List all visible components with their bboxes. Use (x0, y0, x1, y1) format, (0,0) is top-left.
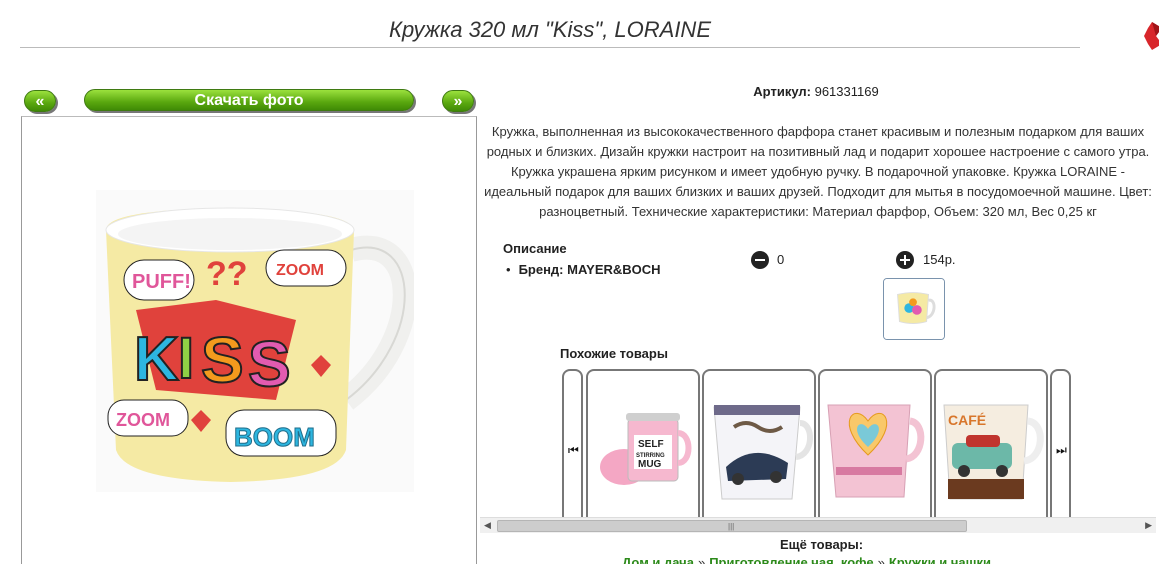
similar-item[interactable]: SELF STIRRING MUG (586, 369, 700, 519)
svg-text:MUG: MUG (638, 459, 662, 470)
breadcrumb-separator: » (877, 555, 885, 564)
svg-text:CAFÉ: CAFÉ (948, 412, 986, 428)
sku-line: Артикул: 961331169 (700, 84, 932, 99)
plus-icon[interactable] (896, 251, 914, 269)
svg-text:K: K (134, 325, 179, 394)
scrollbar-thumb[interactable]: ||| (497, 520, 967, 532)
minus-icon[interactable] (751, 251, 769, 269)
breadcrumb-link[interactable]: Кружки и чашки (889, 555, 991, 564)
price: 154р. (923, 252, 956, 267)
next-photo-button[interactable]: » (442, 90, 474, 112)
carousel-prev-button[interactable]: ⏮ (562, 369, 583, 519)
similar-item-image (713, 405, 814, 500)
spec-list: Бренд: MAYER&BOCH (506, 262, 661, 277)
grip-icon: ||| (728, 522, 735, 531)
more-products-title: Ещё товары: (780, 537, 864, 552)
svg-text:I: I (178, 326, 194, 391)
svg-text:??: ?? (206, 255, 248, 293)
category-breadcrumb: Дом и дача» Приготовление чая, кофе» Кружк… (622, 555, 991, 564)
breadcrumb-link[interactable]: Дом и дача (622, 555, 694, 564)
close-icon[interactable] (1142, 22, 1159, 50)
similar-item-image: CAFÉ (943, 404, 1044, 500)
download-photo-button[interactable]: Скачать фото (84, 89, 414, 111)
brand-item: Бренд: MAYER&BOCH (506, 262, 661, 277)
carousel-next-button[interactable]: ⏭ (1050, 369, 1071, 519)
skip-forward-icon: ⏭ (1056, 443, 1067, 457)
scroll-right-icon[interactable]: ▶ (1145, 520, 1152, 531)
similar-item[interactable]: CAFÉ (934, 369, 1048, 519)
product-description: Кружка, выполненная из высококачественно… (484, 124, 1152, 219)
similar-item-image (827, 404, 925, 498)
page-title: Кружка 320 мл "Kiss", LORAINE (389, 17, 711, 42)
svg-text:SELF: SELF (638, 439, 664, 450)
sku-label: Артикул: (753, 84, 811, 99)
scroll-left-icon[interactable]: ◀ (484, 520, 491, 531)
spec-title: Описание (503, 241, 567, 256)
similar-item[interactable] (818, 369, 932, 519)
breadcrumb-link[interactable]: Приготовление чая, кофе (709, 555, 873, 564)
prev-photo-button[interactable]: « (24, 90, 56, 112)
title-divider (20, 47, 1080, 48)
svg-text:ZOOM: ZOOM (116, 410, 170, 430)
breadcrumb-separator: » (697, 555, 706, 564)
similar-item[interactable] (702, 369, 816, 519)
svg-text:ZOOM: ZOOM (276, 262, 324, 279)
similar-title: Похожие товары (560, 346, 668, 361)
svg-text:BOOM: BOOM (234, 422, 315, 452)
sku-value: 961331169 (814, 84, 879, 99)
quantity-value: 0 (777, 252, 785, 267)
svg-text:S: S (201, 324, 244, 396)
product-thumbnail[interactable] (883, 278, 945, 340)
horizontal-scrollbar[interactable]: ◀ ||| ▶ (480, 517, 1156, 533)
product-photo[interactable]: PUFF! ?? ZOOM K I S S ZOOM BOOM (96, 190, 414, 492)
svg-text:S: S (248, 328, 291, 400)
similar-item-image: SELF STIRRING MUG (600, 413, 692, 485)
svg-text:PUFF!: PUFF! (132, 271, 191, 293)
skip-back-icon: ⏮ (568, 443, 579, 457)
